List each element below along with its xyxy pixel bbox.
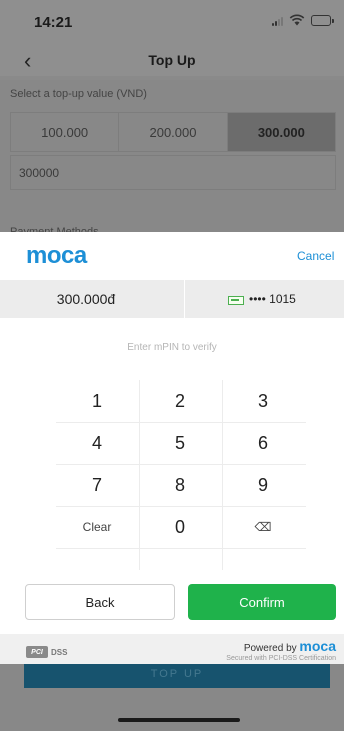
confirm-button[interactable]: Confirm xyxy=(188,584,336,620)
card-number: •••• 1015 xyxy=(249,292,296,306)
value-option-300000[interactable]: 300.000 xyxy=(227,113,335,151)
keypad-divider xyxy=(56,548,306,549)
battery-icon xyxy=(311,15,334,26)
home-indicator xyxy=(118,718,240,722)
key-4[interactable]: 4 xyxy=(57,424,137,462)
card-icon xyxy=(228,296,244,305)
key-5[interactable]: 5 xyxy=(140,424,220,462)
value-option-200000[interactable]: 200.000 xyxy=(119,113,228,151)
key-clear[interactable]: Clear xyxy=(57,508,137,546)
powered-by: Powered by moca xyxy=(210,638,336,654)
pci-badge: PCI xyxy=(26,646,48,658)
status-time: 14:21 xyxy=(34,14,73,31)
value-option-100000[interactable]: 100.000 xyxy=(11,113,120,151)
key-1[interactable]: 1 xyxy=(57,382,137,420)
cancel-link[interactable]: Cancel xyxy=(297,249,334,263)
select-value-label: Select a top-up value (VND) xyxy=(10,88,147,100)
divider xyxy=(184,280,185,318)
powered-by-text: Powered by xyxy=(243,643,297,654)
back-button[interactable]: Back xyxy=(25,584,175,620)
payment-amount: 300.000đ xyxy=(56,291,116,307)
key-7[interactable]: 7 xyxy=(57,466,137,504)
keypad-divider xyxy=(56,464,306,465)
key-8[interactable]: 8 xyxy=(140,466,220,504)
keypad-divider xyxy=(56,506,306,507)
secured-note: Secured with PCI-DSS Certification xyxy=(226,655,336,662)
page-title: Top Up xyxy=(148,52,196,68)
key-0[interactable]: 0 xyxy=(140,508,220,546)
value-options: 100.000 200.000 300.000 xyxy=(10,112,336,152)
key-3[interactable]: 3 xyxy=(223,382,303,420)
moca-brand: moca xyxy=(299,638,336,654)
keypad-divider xyxy=(56,422,306,423)
moca-logo: moca xyxy=(26,242,87,269)
signal-icon xyxy=(272,16,284,26)
backspace-icon[interactable]: ⌫ xyxy=(223,508,303,546)
amount-input[interactable]: 300000 xyxy=(10,155,336,190)
key-9[interactable]: 9 xyxy=(223,466,303,504)
key-2[interactable]: 2 xyxy=(140,382,220,420)
key-6[interactable]: 6 xyxy=(223,424,303,462)
wifi-icon xyxy=(289,14,305,26)
topup-button[interactable]: TOP UP xyxy=(24,660,330,688)
mpin-prompt: Enter mPIN to verify xyxy=(127,342,217,353)
pci-dss-label: DSS xyxy=(51,648,68,657)
